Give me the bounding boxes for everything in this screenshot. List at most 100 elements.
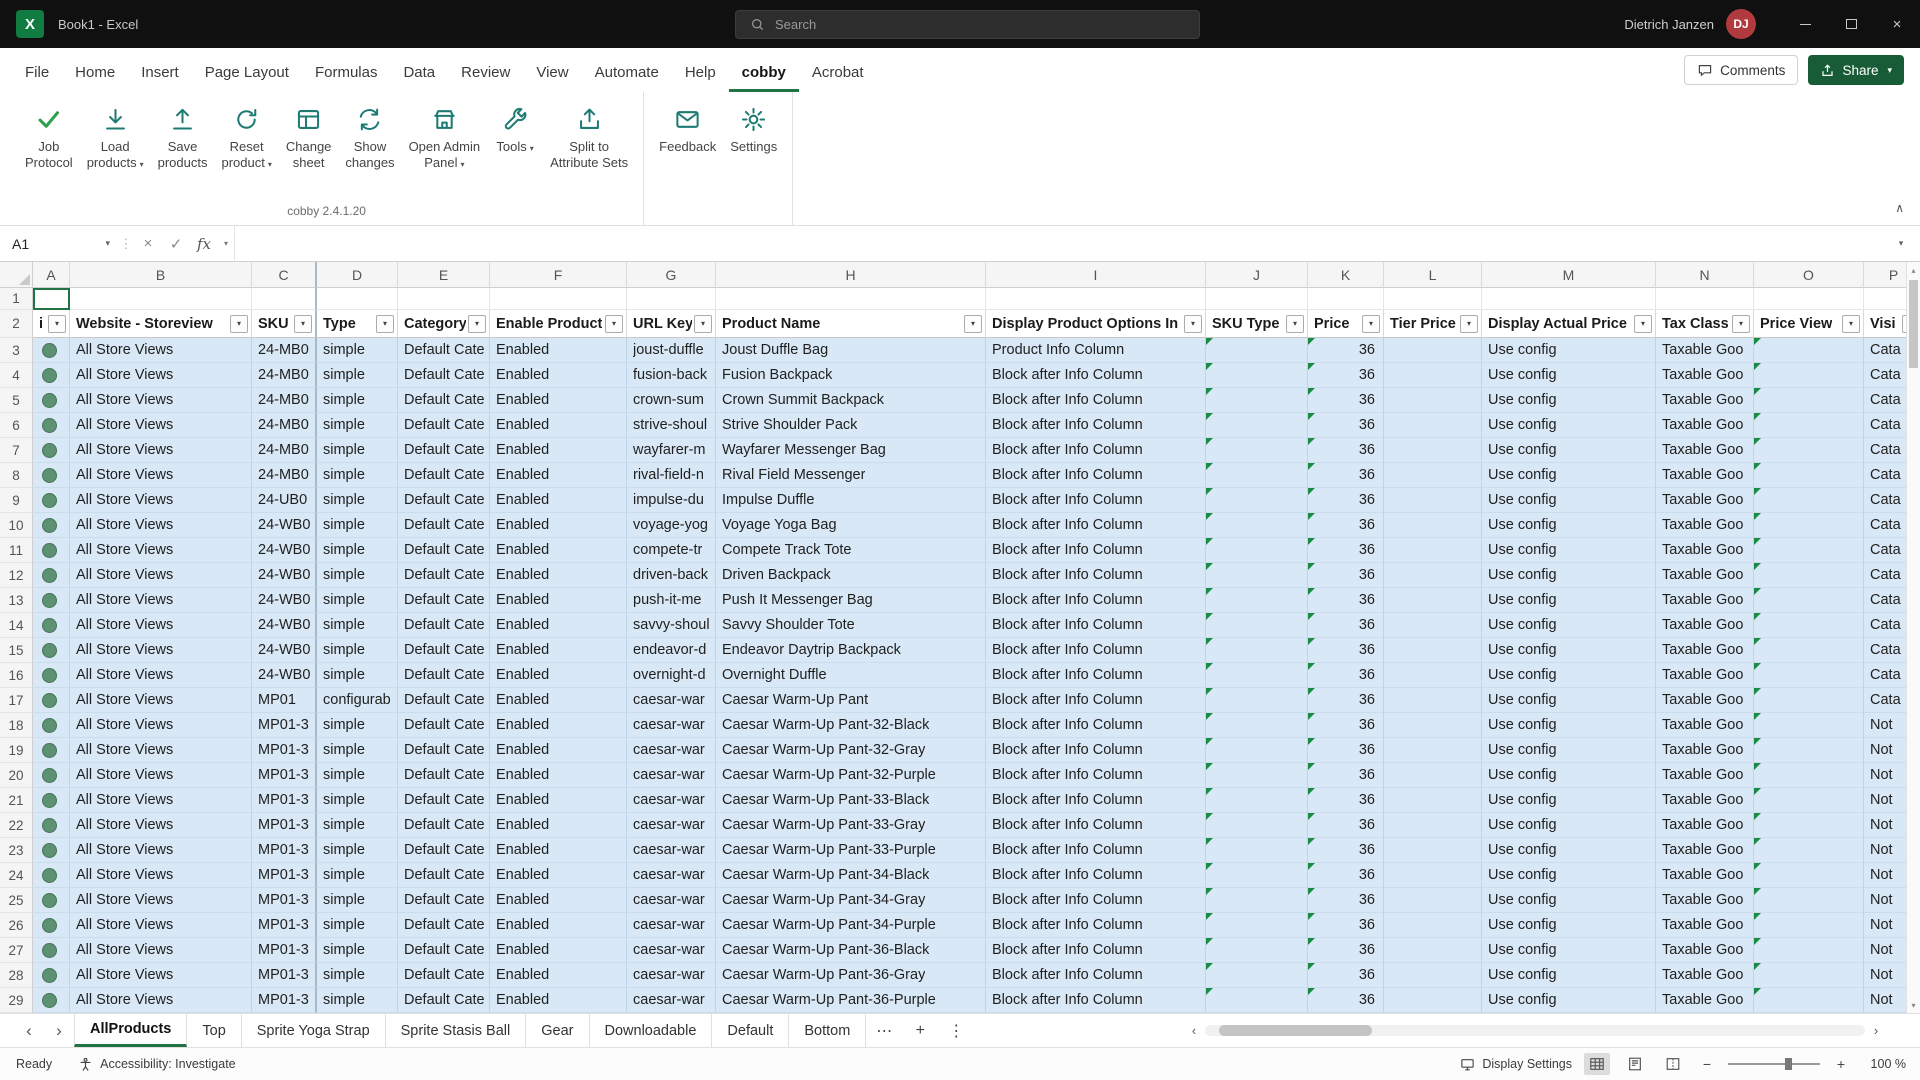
cell-F24[interactable]: Enabled [490, 863, 627, 888]
sheet-tab-default[interactable]: Default [712, 1014, 789, 1047]
search-input[interactable]: Search [735, 10, 1200, 39]
cell-I22[interactable]: Block after Info Column [986, 813, 1206, 838]
cell-D7[interactable]: simple [317, 438, 398, 463]
cell-F29[interactable]: Enabled [490, 988, 627, 1013]
cell-C20[interactable]: MP01-3 [252, 763, 317, 788]
cell-N8[interactable]: Taxable Goo [1656, 463, 1754, 488]
cell-G26[interactable]: caesar-war [627, 913, 716, 938]
filter-button-url-key[interactable]: ▾ [694, 315, 712, 333]
select-all-button[interactable] [0, 262, 33, 288]
cell-M18[interactable]: Use config [1482, 713, 1656, 738]
cell-M8[interactable]: Use config [1482, 463, 1656, 488]
cell-B21[interactable]: All Store Views [70, 788, 252, 813]
cell-J1[interactable] [1206, 288, 1308, 310]
cell-H22[interactable]: Caesar Warm-Up Pant-33-Gray [716, 813, 986, 838]
cell-G1[interactable] [627, 288, 716, 310]
cell-F18[interactable]: Enabled [490, 713, 627, 738]
vertical-scrollbar[interactable]: ▴ ▾ [1906, 262, 1920, 1013]
cell-B4[interactable]: All Store Views [70, 363, 252, 388]
cell-M29[interactable]: Use config [1482, 988, 1656, 1013]
cell-M26[interactable]: Use config [1482, 913, 1656, 938]
column-header-C[interactable]: C [252, 262, 317, 288]
cell-A9[interactable] [33, 488, 70, 513]
cell-H12[interactable]: Driven Backpack [716, 563, 986, 588]
cell-K4[interactable]: 36 [1308, 363, 1384, 388]
cell-F9[interactable]: Enabled [490, 488, 627, 513]
cell-M21[interactable]: Use config [1482, 788, 1656, 813]
ribbon-button-feedback[interactable]: Feedback [652, 96, 723, 157]
row-header-23[interactable]: 23 [0, 838, 33, 863]
cell-O18[interactable] [1754, 713, 1864, 738]
header-cell-K[interactable]: Price▾ [1308, 310, 1384, 338]
column-header-O[interactable]: O [1754, 262, 1864, 288]
cell-O16[interactable] [1754, 663, 1864, 688]
cell-D18[interactable]: simple [317, 713, 398, 738]
cell-A18[interactable] [33, 713, 70, 738]
cell-G8[interactable]: rival-field-n [627, 463, 716, 488]
cell-C19[interactable]: MP01-3 [252, 738, 317, 763]
ribbon-button-save-products[interactable]: Saveproducts [151, 96, 215, 173]
add-sheet-button[interactable]: + [902, 1014, 938, 1047]
cell-O8[interactable] [1754, 463, 1864, 488]
cell-J18[interactable] [1206, 713, 1308, 738]
filter-button-product-name[interactable]: ▾ [964, 315, 982, 333]
maximize-button[interactable] [1828, 0, 1874, 48]
cell-N27[interactable]: Taxable Goo [1656, 938, 1754, 963]
cell-K11[interactable]: 36 [1308, 538, 1384, 563]
cell-K10[interactable]: 36 [1308, 513, 1384, 538]
row-header-17[interactable]: 17 [0, 688, 33, 713]
cell-F16[interactable]: Enabled [490, 663, 627, 688]
cell-A19[interactable] [33, 738, 70, 763]
cell-H16[interactable]: Overnight Duffle [716, 663, 986, 688]
hscroll-right-icon[interactable]: › [1865, 1023, 1887, 1038]
minimize-button[interactable] [1782, 0, 1828, 48]
cell-L22[interactable] [1384, 813, 1482, 838]
ribbon-button-open-admin-panel[interactable]: Open AdminPanel▾ [402, 96, 488, 175]
cell-K1[interactable] [1308, 288, 1384, 310]
cell-D24[interactable]: simple [317, 863, 398, 888]
cell-G3[interactable]: joust-duffle [627, 338, 716, 363]
cell-B20[interactable]: All Store Views [70, 763, 252, 788]
cell-G9[interactable]: impulse-du [627, 488, 716, 513]
cell-N26[interactable]: Taxable Goo [1656, 913, 1754, 938]
cell-H25[interactable]: Caesar Warm-Up Pant-34-Gray [716, 888, 986, 913]
cell-F10[interactable]: Enabled [490, 513, 627, 538]
cell-F26[interactable]: Enabled [490, 913, 627, 938]
cell-E8[interactable]: Default Cate [398, 463, 490, 488]
menu-tab-view[interactable]: View [523, 53, 581, 92]
cell-C24[interactable]: MP01-3 [252, 863, 317, 888]
cell-J3[interactable] [1206, 338, 1308, 363]
cell-M7[interactable]: Use config [1482, 438, 1656, 463]
cell-D1[interactable] [317, 288, 398, 310]
cell-E22[interactable]: Default Cate [398, 813, 490, 838]
cell-K13[interactable]: 36 [1308, 588, 1384, 613]
cell-B15[interactable]: All Store Views [70, 638, 252, 663]
cell-G17[interactable]: caesar-war [627, 688, 716, 713]
cell-O9[interactable] [1754, 488, 1864, 513]
cell-N12[interactable]: Taxable Goo [1656, 563, 1754, 588]
cell-G15[interactable]: endeavor-d [627, 638, 716, 663]
cell-N4[interactable]: Taxable Goo [1656, 363, 1754, 388]
cell-G11[interactable]: compete-tr [627, 538, 716, 563]
cell-A17[interactable] [33, 688, 70, 713]
more-sheets-icon[interactable]: ⋯ [866, 1014, 902, 1047]
cell-L9[interactable] [1384, 488, 1482, 513]
cell-N24[interactable]: Taxable Goo [1656, 863, 1754, 888]
cell-G28[interactable]: caesar-war [627, 963, 716, 988]
cell-I19[interactable]: Block after Info Column [986, 738, 1206, 763]
cell-N15[interactable]: Taxable Goo [1656, 638, 1754, 663]
cell-G5[interactable]: crown-sum [627, 388, 716, 413]
cell-L29[interactable] [1384, 988, 1482, 1013]
cell-N18[interactable]: Taxable Goo [1656, 713, 1754, 738]
cell-D23[interactable]: simple [317, 838, 398, 863]
cell-I13[interactable]: Block after Info Column [986, 588, 1206, 613]
zoom-slider-thumb[interactable] [1785, 1058, 1792, 1070]
menu-tab-acrobat[interactable]: Acrobat [799, 53, 877, 92]
cell-M13[interactable]: Use config [1482, 588, 1656, 613]
cell-B23[interactable]: All Store Views [70, 838, 252, 863]
cell-I14[interactable]: Block after Info Column [986, 613, 1206, 638]
cell-G24[interactable]: caesar-war [627, 863, 716, 888]
cell-L7[interactable] [1384, 438, 1482, 463]
cell-B24[interactable]: All Store Views [70, 863, 252, 888]
cell-B8[interactable]: All Store Views [70, 463, 252, 488]
